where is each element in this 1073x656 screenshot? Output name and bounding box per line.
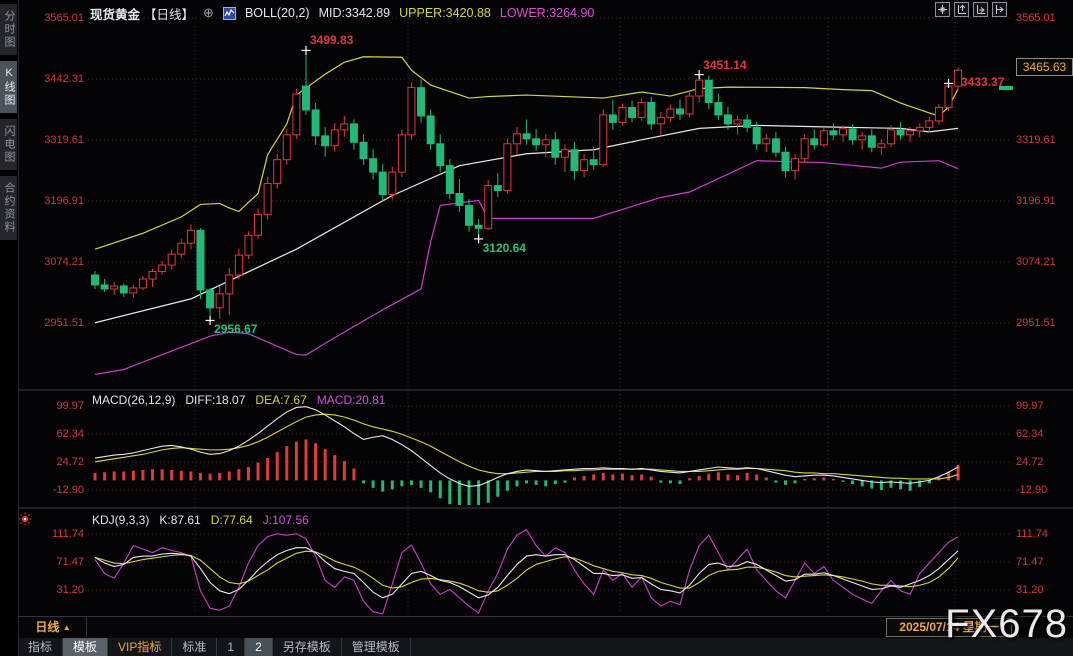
sidebar-tab-lightning[interactable]: 闪电图 — [0, 119, 17, 170]
macd-axis-label: 24.72 — [18, 455, 84, 469]
toolbar-save-template[interactable]: 另存模板 — [273, 638, 342, 656]
kdj-axis-label: 111.74 — [1016, 527, 1072, 541]
bottom-toolbar: 指标 模板 VIP指标 标准 1 2 另存模板 管理模板 — [18, 638, 1073, 656]
y-axis-label: 3074.21 — [18, 255, 84, 269]
y-axis-label: 3565.01 — [1016, 11, 1072, 25]
fx678-watermark: FX678 — [945, 602, 1068, 647]
boll-mid-value: MID:3342.89 — [319, 6, 391, 20]
boll-lower-value: LOWER:3264.90 — [500, 6, 595, 20]
toolbar-tab-standard[interactable]: 标准 — [172, 638, 217, 656]
boll-upper-value: UPPER:3420.88 — [399, 6, 491, 20]
trading-app-window: 分时图 K线图 闪电图 合约资料 现货黄金 【日线】 ⊕ BOLL(20,2) … — [0, 0, 1073, 656]
macd-diff-value: DIFF:18.07 — [185, 393, 245, 407]
toolbar-tab-templates[interactable]: 模板 — [63, 638, 108, 656]
circle-plus-icon[interactable]: ⊕ — [203, 7, 214, 19]
macd-axis-label: 24.72 — [1016, 455, 1072, 469]
y-axis-label: 3074.21 — [1016, 255, 1072, 269]
y-axis-label: 3319.61 — [18, 133, 84, 147]
macd-dea-value: DEA:7.67 — [255, 393, 306, 407]
period-dropdown-arrow-icon: ▲ — [63, 623, 71, 632]
y-axis-label: 3442.31 — [18, 72, 84, 86]
symbol-name: 现货黄金 — [90, 4, 140, 23]
x-axis-row: 日线 ▲ 2025/07/14 星期一 — [18, 616, 1073, 639]
y-axis-label: 3196.91 — [1016, 194, 1072, 208]
y-axis-label: 3565.01 — [18, 11, 84, 25]
y-axis-label: 2951.51 — [18, 316, 84, 330]
y-axis-label: 3196.91 — [18, 194, 84, 208]
toolbar-tab-indicators[interactable]: 指标 — [18, 638, 63, 656]
macd-header: MACD(26,12,9) DIFF:18.07 DEA:7.67 MACD:2… — [92, 393, 385, 407]
sidebar-tab-contract-info[interactable]: 合约资料 — [0, 176, 17, 240]
kdj-header: KDJ(9,3,3) K:87.61 D:77.64 J:107.56 — [92, 513, 309, 527]
macd-axis-label: 62.34 — [1016, 427, 1072, 441]
kdj-axis-label: 31.20 — [1016, 583, 1072, 597]
toolbar-tab-2[interactable]: 2 — [245, 638, 273, 656]
price-annotation: 3499.83 — [310, 33, 353, 47]
macd-axis-label: 99.97 — [18, 399, 84, 413]
kdj-j-value: J:107.56 — [263, 513, 309, 527]
macd-axis-label: 99.97 — [1016, 399, 1072, 413]
period-selector[interactable]: 日线 ▲ — [20, 617, 87, 637]
axis-shift-icon[interactable] — [992, 2, 1007, 17]
macd-axis-label: -12.90 — [1016, 483, 1072, 497]
sidebar-tab-timeshare[interactable]: 分时图 — [0, 4, 17, 55]
y-axis-label: 3319.61 — [1016, 133, 1072, 147]
period-label: 【日线】 — [144, 4, 194, 23]
price-annotation: 3120.64 — [483, 241, 526, 255]
toolbar-tab-vip-indicators[interactable]: VIP指标 — [108, 638, 172, 656]
kdj-k-value: K:87.61 — [159, 513, 200, 527]
y-axis-scale-icon[interactable] — [954, 2, 969, 17]
boll-indicator-label: BOLL(20,2) — [245, 6, 310, 20]
kdj-axis-label: 71.47 — [1016, 555, 1072, 569]
period-selector-label: 日线 — [35, 620, 59, 634]
kdj-axis-label: 31.20 — [18, 583, 84, 597]
toolbar-manage-templates[interactable]: 管理模板 — [342, 638, 411, 656]
price-annotation: 3451.14 — [703, 58, 746, 72]
price-annotation: 2956.67 — [214, 322, 257, 336]
indicator-chart-icon[interactable] — [223, 7, 236, 20]
left-sidebar: 分时图 K线图 闪电图 合约资料 — [0, 0, 19, 656]
macd-axis-label: -12.90 — [18, 483, 84, 497]
chart-header: 现货黄金 【日线】 ⊕ BOLL(20,2) MID:3342.89 UPPER… — [90, 4, 594, 22]
macd-indicator-label: MACD(26,12,9) — [92, 393, 175, 407]
indicator-alarm-icon[interactable] — [18, 512, 32, 526]
kdj-indicator-label: KDJ(9,3,3) — [92, 513, 149, 527]
kdj-axis-label: 71.47 — [18, 555, 84, 569]
crosshair-icon[interactable] — [935, 2, 950, 17]
chart-tool-icons — [935, 2, 1007, 17]
kdj-d-value: D:77.64 — [211, 513, 253, 527]
latest-price-tag: 3465.63 — [1016, 58, 1073, 76]
macd-value: MACD:20.81 — [317, 393, 386, 407]
price-annotation: 3433.37 — [961, 75, 1004, 89]
sidebar-tab-kline[interactable]: K线图 — [0, 61, 17, 113]
kdj-axis-label: 111.74 — [18, 527, 84, 541]
toolbar-tab-1[interactable]: 1 — [217, 638, 245, 656]
x-axis-scale-icon[interactable] — [973, 2, 988, 17]
macd-axis-label: 62.34 — [18, 427, 84, 441]
y-axis-label: 2951.51 — [1016, 316, 1072, 330]
